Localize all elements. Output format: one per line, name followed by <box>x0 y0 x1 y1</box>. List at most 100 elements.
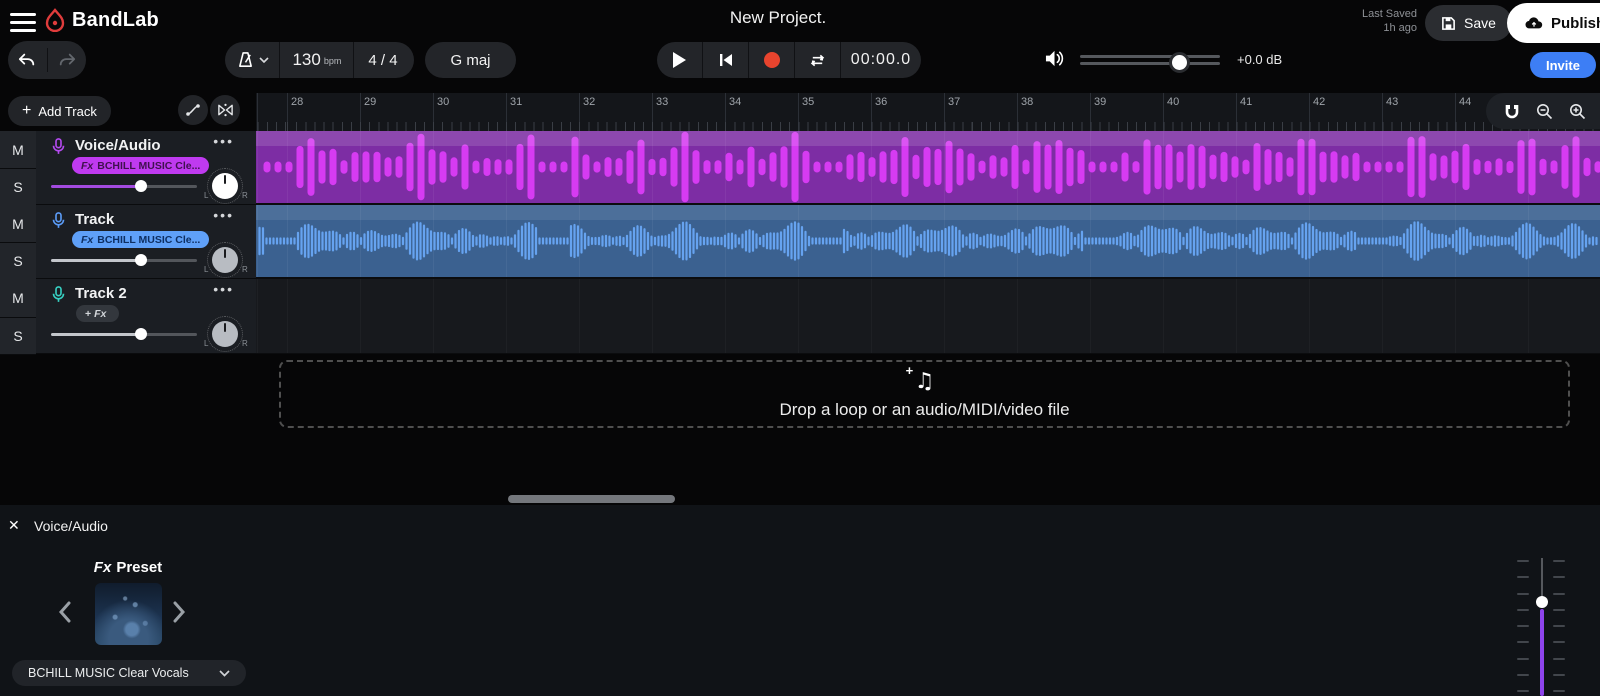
mic-icon <box>51 285 66 305</box>
timeline-ruler[interactable]: 28 29 30 31 32 33 34 35 36 37 38 39 40 4… <box>256 93 1600 132</box>
ruler-bar: 42 <box>1313 96 1325 108</box>
volume-handle <box>135 254 147 266</box>
ruler-bar: 31 <box>510 96 522 108</box>
skip-to-start-icon <box>719 53 733 67</box>
pan-right-label: R <box>242 339 248 348</box>
bandlab-logo[interactable]: BandLab <box>44 8 159 32</box>
pan-knob[interactable] <box>212 321 238 347</box>
drop-zone-label: Drop a loop or an audio/MIDI/video file <box>779 400 1069 420</box>
pan-right-label: R <box>242 265 248 274</box>
mute-master-button[interactable] <box>1044 49 1065 68</box>
add-track-button[interactable]: + Add Track <box>8 96 111 126</box>
ruler-bar: 34 <box>729 96 741 108</box>
mute-button[interactable]: M <box>0 279 36 318</box>
pan-left-label: L <box>204 265 208 274</box>
solo-button[interactable]: S <box>0 318 36 355</box>
track-volume-slider[interactable] <box>51 328 197 340</box>
next-preset-button[interactable] <box>172 601 186 623</box>
more-icon[interactable]: ••• <box>213 133 234 149</box>
track-name: Voice/Audio <box>75 137 161 154</box>
preset-name: BCHILL MUSIC Clear Vocals <box>28 666 189 680</box>
audio-clip-voice[interactable] <box>256 131 1600 205</box>
save-button[interactable]: Save <box>1425 5 1512 41</box>
pan-left-label: L <box>204 191 208 200</box>
more-icon[interactable]: ••• <box>213 207 234 223</box>
zoom-controls <box>1486 93 1600 129</box>
automation-icon <box>185 102 201 118</box>
more-icon[interactable]: ••• <box>213 281 234 297</box>
track-3-header[interactable]: Track 2 ••• +Fx L R <box>36 279 257 354</box>
zoom-out-icon <box>1536 103 1553 120</box>
ruler-bar: 32 <box>583 96 595 108</box>
time-signature-button[interactable]: 4 / 4 <box>354 52 411 69</box>
cloud-upload-icon <box>1525 16 1543 30</box>
ruler-bar: 39 <box>1094 96 1106 108</box>
zoom-in-button[interactable] <box>1565 99 1590 124</box>
brand-name: BandLab <box>72 9 159 32</box>
transport-bar: 00:00.0 <box>657 42 921 78</box>
drop-zone[interactable]: + ♫ Drop a loop or an audio/MIDI/video f… <box>279 360 1570 428</box>
publish-button[interactable]: Publish <box>1507 3 1600 43</box>
ruler-bar: 38 <box>1021 96 1033 108</box>
record-icon <box>764 52 780 68</box>
solo-button[interactable]: S <box>0 243 36 280</box>
mute-button[interactable]: M <box>0 131 36 169</box>
solo-button[interactable]: S <box>0 169 36 206</box>
track-2-header[interactable]: Track ••• FxBCHILL MUSIC Cle... L R <box>36 205 257 279</box>
redo-button[interactable] <box>47 53 86 67</box>
fx-badge[interactable]: FxBCHILL MUSIC Cle... <box>72 231 209 248</box>
preset-dropdown[interactable]: BCHILL MUSIC Clear Vocals <box>12 660 246 686</box>
ruler-bar: 37 <box>948 96 960 108</box>
ruler-bar: 29 <box>364 96 376 108</box>
project-title[interactable]: New Project. <box>628 8 928 28</box>
mixer-button[interactable] <box>210 95 240 125</box>
mixer-icon <box>217 103 234 117</box>
horizontal-scrollbar[interactable] <box>508 495 675 503</box>
preset-artwork[interactable] <box>95 583 162 645</box>
channel-fader[interactable] <box>1535 555 1549 696</box>
snap-button[interactable] <box>1500 99 1524 123</box>
track-volume-slider[interactable] <box>51 254 197 266</box>
fader-handle <box>1536 596 1548 608</box>
ruler-bar: 35 <box>802 96 814 108</box>
pan-knob[interactable] <box>212 247 238 273</box>
ruler-bar: 36 <box>875 96 887 108</box>
bpm-button[interactable]: 130bpm <box>280 50 353 70</box>
track-volume-slider[interactable] <box>51 180 197 192</box>
fx-panel-track-name: Voice/Audio <box>34 518 108 534</box>
zoom-in-icon <box>1569 103 1586 120</box>
volume-handle <box>135 180 147 192</box>
undo-button[interactable] <box>8 53 47 67</box>
fx-badge[interactable]: FxBCHILL MUSIC Cle... <box>72 157 209 174</box>
automation-button[interactable] <box>178 95 208 125</box>
chevron-down-icon <box>259 57 269 63</box>
key-button[interactable]: G maj <box>425 42 516 78</box>
save-icon <box>1441 16 1456 31</box>
audio-clip-track[interactable] <box>256 205 1600 279</box>
master-volume-slider[interactable] <box>1080 52 1220 68</box>
track-2-ms: M S <box>0 205 37 279</box>
close-icon[interactable]: ✕ <box>8 517 20 534</box>
pan-knob[interactable] <box>212 173 238 199</box>
bandlab-studio: BandLab New Project. Last Saved1h ago Sa… <box>0 0 1600 696</box>
master-db-value: +0.0 dB <box>1237 52 1282 67</box>
menu-icon[interactable] <box>10 8 36 37</box>
mute-button[interactable]: M <box>0 205 36 243</box>
loop-button[interactable] <box>795 53 840 68</box>
record-button[interactable] <box>749 52 794 68</box>
ruler-bar: 41 <box>1240 96 1252 108</box>
metronome-button[interactable] <box>227 51 279 69</box>
play-button[interactable] <box>657 52 702 68</box>
empty-track-lane[interactable] <box>256 279 1600 354</box>
speaker-icon <box>1044 49 1065 68</box>
track-1-header[interactable]: Voice/Audio ••• FxBCHILL MUSIC Cle... L … <box>36 131 257 205</box>
invite-button[interactable]: Invite <box>1530 52 1596 78</box>
mic-icon <box>51 137 66 157</box>
chevron-right-icon <box>172 601 186 623</box>
zoom-out-button[interactable] <box>1532 99 1557 124</box>
chevron-left-icon <box>58 601 72 623</box>
prev-preset-button[interactable] <box>58 601 72 623</box>
skip-to-start-button[interactable] <box>703 53 748 67</box>
volume-handle <box>1169 52 1190 73</box>
add-fx-badge[interactable]: +Fx <box>76 305 119 322</box>
